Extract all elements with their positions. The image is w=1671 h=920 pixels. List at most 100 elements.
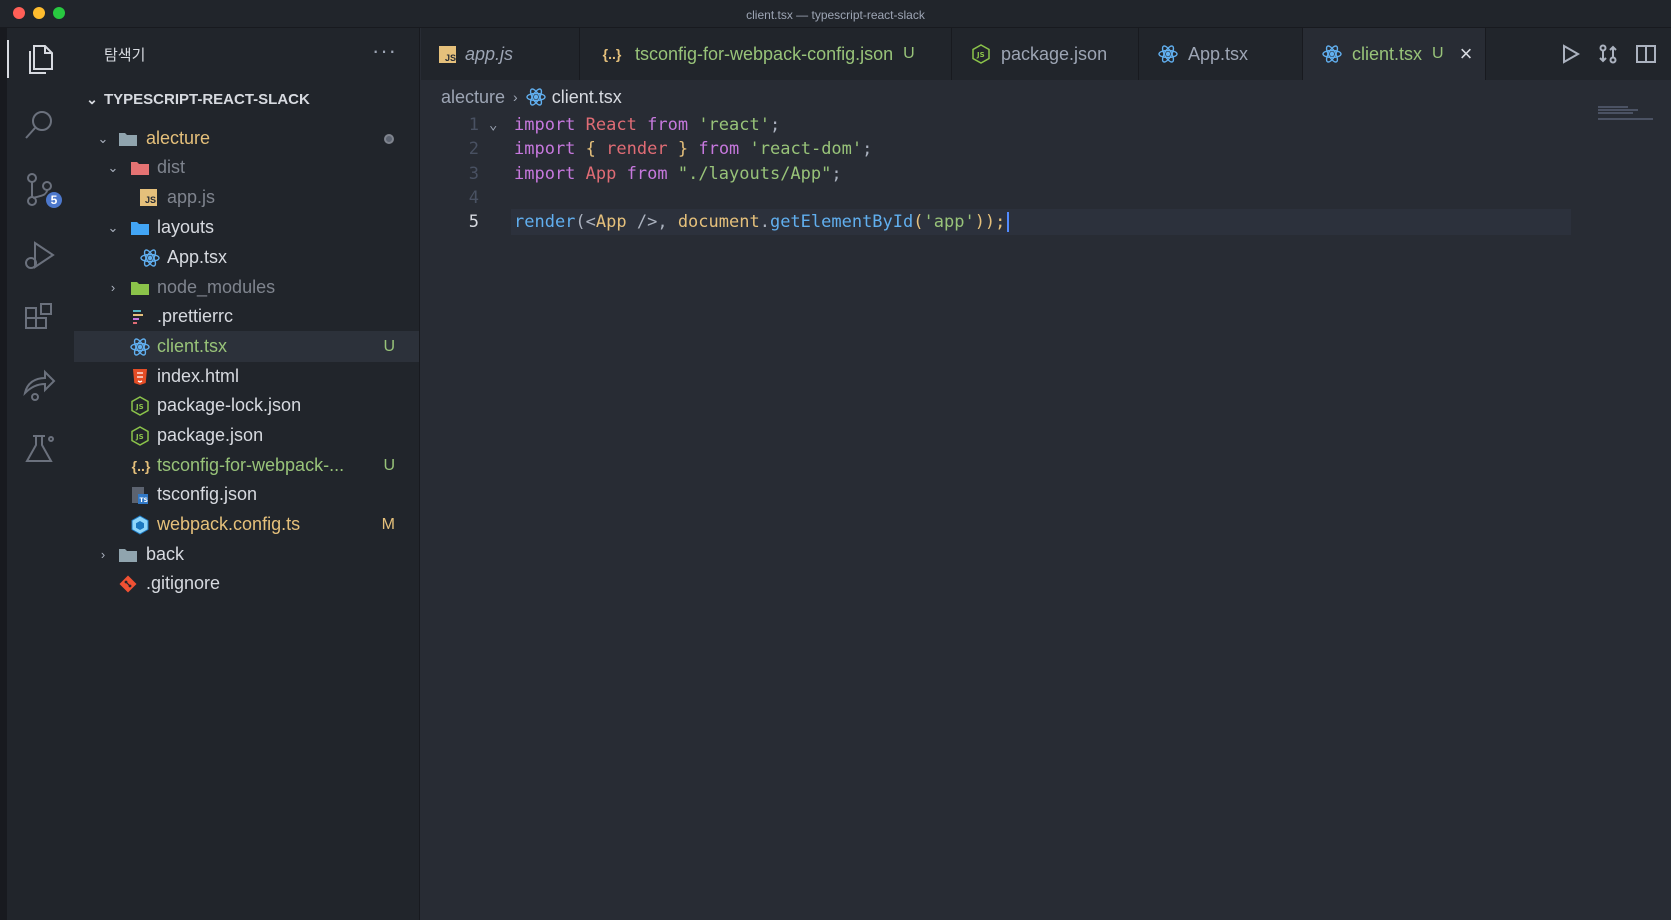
flask-icon <box>25 435 54 462</box>
git-status-badge: M <box>381 515 395 533</box>
svg-text:TS: TS <box>140 497 148 504</box>
chevron-down-icon: ⌄ <box>107 219 119 235</box>
tree-item-tsconfig-for-webpack[interactable]: {..} tsconfig-for-webpack-... U <box>74 450 419 481</box>
tree-item-app-js[interactable]: JS app.js <box>74 182 419 213</box>
search-button[interactable] <box>14 100 64 150</box>
extensions-icon <box>25 303 52 329</box>
line-number: 5 <box>468 212 479 232</box>
modified-dot <box>384 133 394 144</box>
react-icon <box>1321 43 1343 65</box>
project-name: TYPESCRIPT-REACT-SLACK <box>104 90 310 108</box>
live-share-button[interactable] <box>14 360 64 410</box>
extensions-button[interactable] <box>14 294 64 344</box>
window-title: client.tsx — typescript-react-slack <box>746 8 925 22</box>
json-icon: {..} <box>131 457 151 474</box>
line-number: 2 <box>468 139 479 159</box>
folder-icon <box>118 545 138 565</box>
tree-item-package-lock-json[interactable]: JS package-lock.json <box>74 390 419 421</box>
tree-item-gitignore[interactable]: .gitignore <box>74 568 419 599</box>
tree-item-prettierrc[interactable]: .prettierrc <box>74 301 419 332</box>
project-section-header[interactable]: ⌄ TYPESCRIPT-REACT-SLACK <box>80 84 310 114</box>
tab-tsconfig-for-webpack[interactable]: {..} tsconfig-for-webpack-config.json U <box>580 28 952 80</box>
editor-tab-bar: JS app.js {..} tsconfig-for-webpack-conf… <box>421 28 1671 80</box>
run-debug-button[interactable] <box>14 230 64 280</box>
tree-item-client-tsx[interactable]: client.tsx U <box>74 331 419 362</box>
line-number: 3 <box>468 164 479 184</box>
tab-app-tsx[interactable]: App.tsx <box>1139 28 1303 80</box>
js-file-icon: JS <box>140 189 157 206</box>
code-line[interactable]: 5 render(<App />, document.getElementByI… <box>421 209 1621 235</box>
chevron-down-icon: ⌄ <box>86 90 98 107</box>
text-cursor <box>1007 212 1010 232</box>
line-number: 1 <box>468 115 479 135</box>
webpack-icon <box>130 514 150 535</box>
tree-item-index-html[interactable]: index.html <box>74 361 419 392</box>
more-actions-button[interactable]: ··· <box>372 38 397 64</box>
explorer-title: 탐색기 <box>104 46 146 64</box>
code-line[interactable]: 1 ⌄ import React from 'react'; <box>421 112 1621 138</box>
run-debug-icon <box>25 241 55 269</box>
source-control-button[interactable]: 5 <box>14 164 64 214</box>
chevron-down-icon: ⌄ <box>107 159 119 175</box>
tree-item-node-modules[interactable]: › node_modules <box>74 272 419 303</box>
live-share-icon <box>23 369 56 401</box>
search-icon <box>25 111 52 139</box>
node-icon: JS <box>130 395 150 416</box>
explorer-sidebar: 탐색기 ··· ⌄ TYPESCRIPT-REACT-SLACK ⌄ alect… <box>74 28 420 920</box>
tree-item-package-json[interactable]: JS package.json <box>74 420 419 451</box>
compare-changes-icon[interactable] <box>1597 43 1619 65</box>
code-line[interactable]: 2 import { render } from 'react-dom'; <box>421 136 1621 162</box>
breadcrumb-file[interactable]: client.tsx <box>552 87 622 108</box>
code-line[interactable]: 4 <box>421 185 1621 211</box>
run-icon[interactable] <box>1559 43 1581 65</box>
explorer-button[interactable] <box>7 34 64 84</box>
fold-chevron-icon[interactable]: ⌄ <box>489 117 497 133</box>
react-icon <box>1157 43 1179 65</box>
svg-text:JS: JS <box>135 403 144 411</box>
breadcrumb-folder[interactable]: alecture <box>441 87 505 108</box>
node-icon: JS <box>130 425 150 446</box>
tab-app-js[interactable]: JS app.js <box>421 28 580 80</box>
chevron-right-icon: › <box>100 547 106 562</box>
tree-item-alecture[interactable]: ⌄ alecture <box>74 123 419 154</box>
breadcrumb: alecture › client.tsx <box>441 82 622 112</box>
code-editor[interactable]: 1 ⌄ import React from 'react'; 2 import … <box>421 106 1671 920</box>
line-number: 4 <box>468 188 479 208</box>
activity-bar: 5 <box>0 28 74 920</box>
ts-config-icon: TS <box>130 485 150 505</box>
files-icon <box>29 45 53 74</box>
tab-client-tsx[interactable]: client.tsx U × <box>1303 28 1486 80</box>
chevron-right-icon: › <box>110 280 116 295</box>
git-icon <box>118 574 138 594</box>
code-line[interactable]: 3 import App from "./layouts/App"; <box>421 161 1621 187</box>
svg-text:JS: JS <box>135 433 144 441</box>
folder-dist-icon <box>130 158 150 178</box>
html-icon <box>130 367 150 387</box>
prettier-icon <box>130 307 150 327</box>
title-bar: client.tsx — typescript-react-slack <box>0 0 1671 28</box>
tab-package-json[interactable]: JS package.json <box>952 28 1139 80</box>
close-tab-icon[interactable]: × <box>1460 41 1473 67</box>
git-status-badge: U <box>383 337 395 355</box>
chevron-down-icon: ⌄ <box>97 130 109 146</box>
tree-item-dist[interactable]: ⌄ dist <box>74 152 419 183</box>
react-icon <box>140 248 160 268</box>
tree-item-app-tsx[interactable]: App.tsx <box>74 242 419 273</box>
testing-button[interactable] <box>14 424 64 474</box>
tree-item-back[interactable]: › back <box>74 539 419 570</box>
json-icon: {..} <box>602 46 622 62</box>
folder-node-icon <box>130 278 150 298</box>
git-status-badge: U <box>383 456 395 474</box>
chevron-right-icon: › <box>513 89 518 105</box>
source-control-badge: 5 <box>44 190 64 210</box>
folder-open-icon <box>118 129 138 149</box>
tree-item-layouts[interactable]: ⌄ layouts <box>74 212 419 243</box>
tree-item-webpack-config[interactable]: webpack.config.ts M <box>74 509 419 540</box>
folder-layout-icon <box>130 218 150 238</box>
minimap[interactable] <box>1598 106 1668 120</box>
split-editor-icon[interactable] <box>1635 43 1657 65</box>
svg-text:JS: JS <box>976 51 985 59</box>
tree-item-tsconfig-json[interactable]: TS tsconfig.json <box>74 479 419 510</box>
react-icon <box>526 87 546 107</box>
node-icon: JS <box>970 43 992 65</box>
